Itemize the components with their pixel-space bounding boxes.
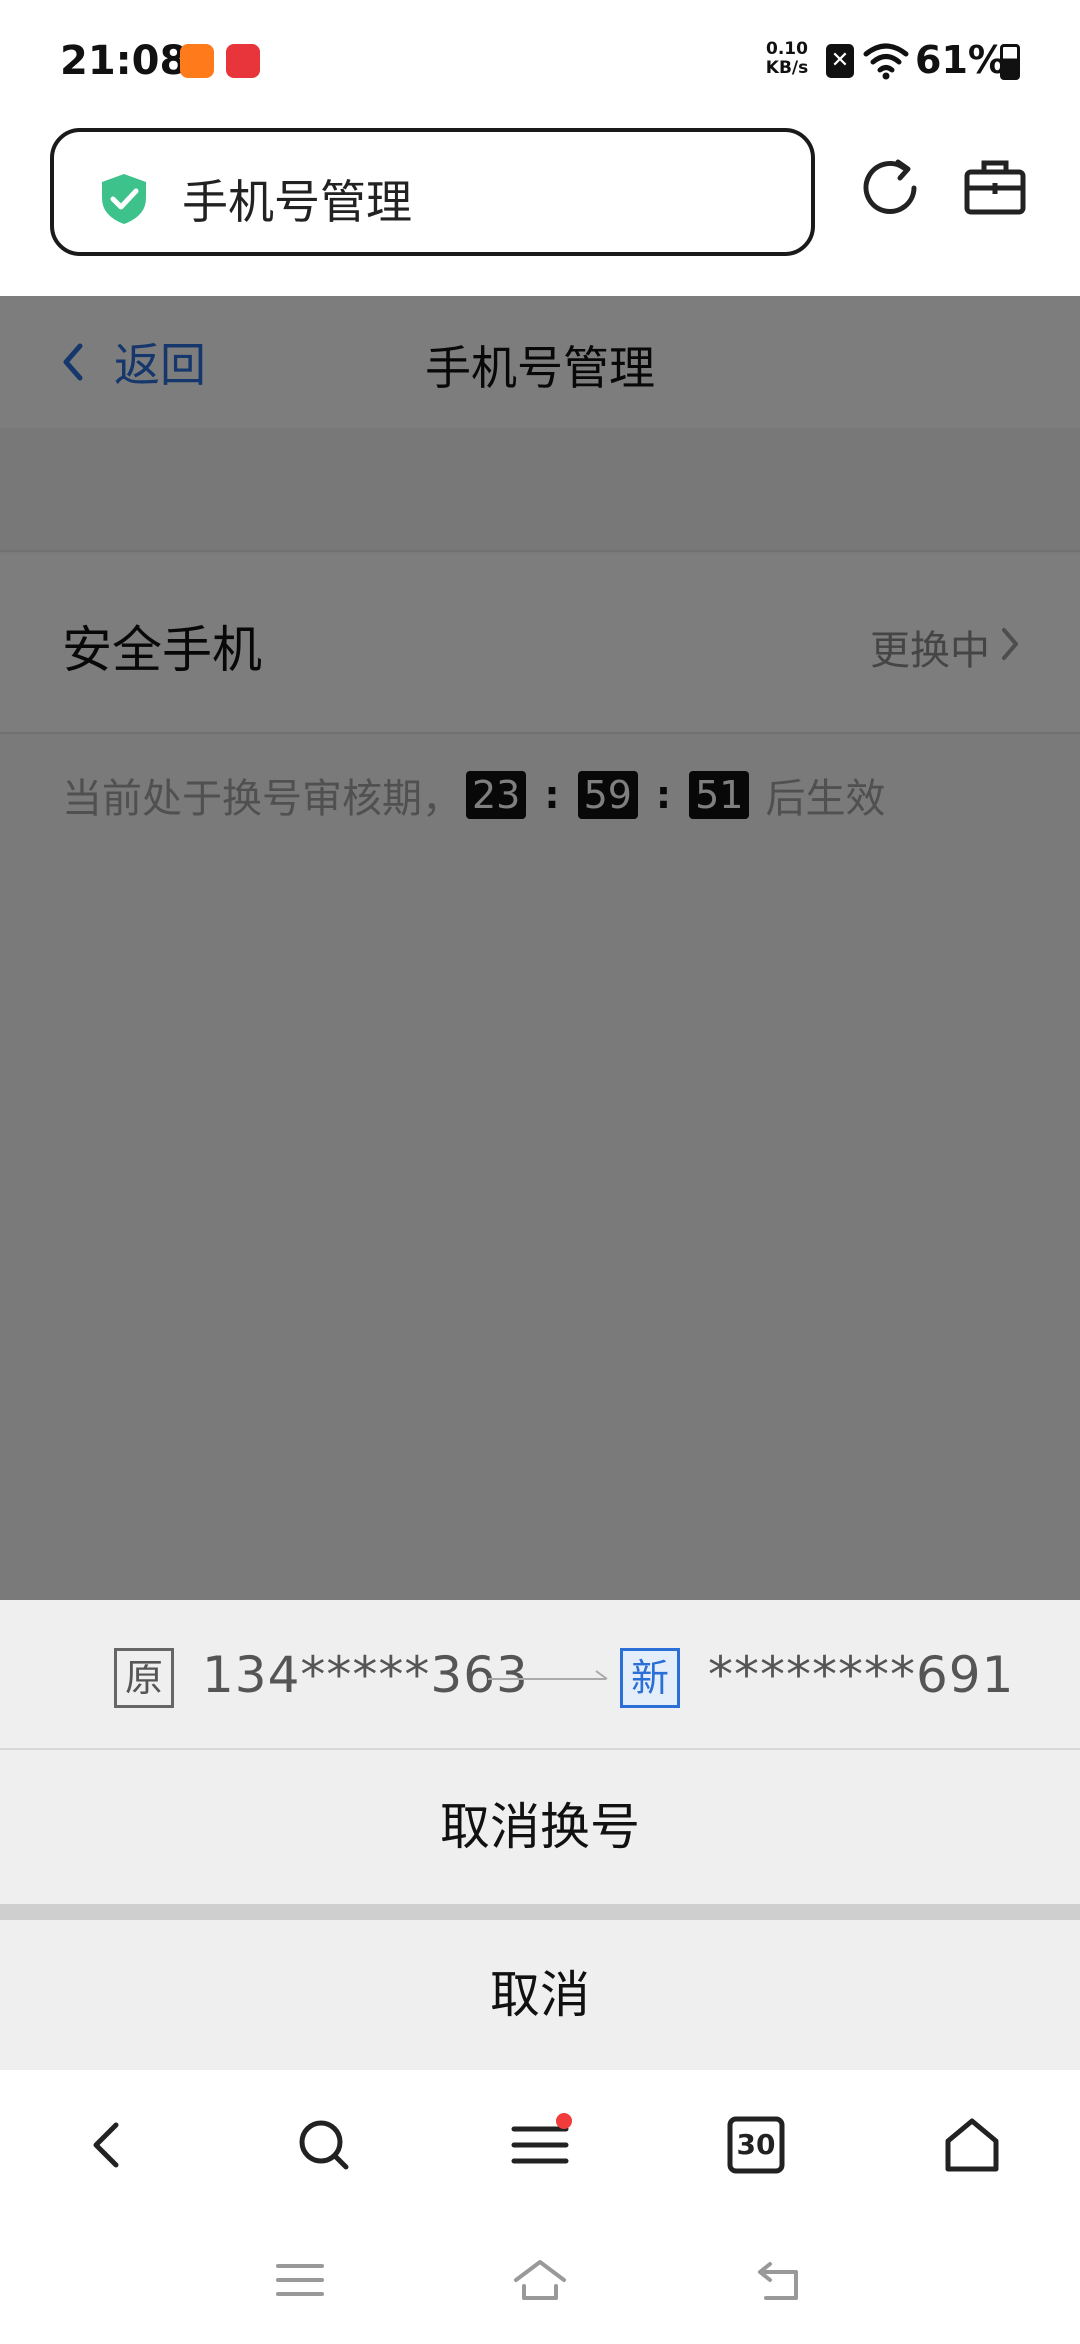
wifi-icon xyxy=(863,43,909,80)
new-number-tag: 新 xyxy=(620,1648,680,1708)
battery-percent: 61% xyxy=(915,38,1006,82)
tabs-icon[interactable]: 30 xyxy=(724,2113,788,2177)
network-speed-value: 0.10 xyxy=(766,39,808,59)
cancel-button[interactable]: 取消 xyxy=(0,1920,1080,2070)
toolbox-icon[interactable] xyxy=(962,156,1028,218)
system-back-icon[interactable] xyxy=(752,2252,808,2308)
browser-bottom-nav: 30 xyxy=(0,2070,1080,2220)
search-icon[interactable] xyxy=(292,2113,356,2177)
number-change-summary: 原 134*****363 新 ********691 xyxy=(0,1600,1080,1750)
security-shield-icon xyxy=(102,174,146,224)
new-number: ********691 xyxy=(708,1646,1015,1704)
status-bar: 21:08 0.10 KB/s ✕ 61% xyxy=(0,0,1080,120)
system-navigation-bar xyxy=(0,2220,1080,2344)
battery-icon xyxy=(1000,44,1020,80)
back-icon[interactable] xyxy=(76,2113,140,2177)
address-bar[interactable]: 手机号管理 xyxy=(50,128,815,256)
network-speed: 0.10 KB/s xyxy=(762,40,812,78)
status-time: 21:08 xyxy=(60,38,188,84)
sheet-divider xyxy=(0,1904,1080,1920)
refresh-icon[interactable] xyxy=(858,156,922,220)
menu-icon[interactable] xyxy=(508,2113,572,2177)
system-home-icon[interactable] xyxy=(512,2252,568,2308)
kuaishou-app-icon xyxy=(180,44,214,78)
network-speed-unit: KB/s xyxy=(765,58,809,78)
modal-backdrop[interactable] xyxy=(0,296,1080,1600)
browser-toolbar: 手机号管理 xyxy=(0,120,1080,296)
action-sheet: 原 134*****363 新 ********691 取消换号 取消 xyxy=(0,1600,1080,2070)
old-number: 134*****363 xyxy=(202,1646,529,1704)
home-icon[interactable] xyxy=(940,2113,1004,2177)
huawei-mall-app-icon xyxy=(226,44,260,78)
old-number-tag: 原 xyxy=(114,1648,174,1708)
recent-apps-icon[interactable] xyxy=(272,2252,328,2308)
sim-icon: ✕ xyxy=(826,44,854,78)
address-bar-title: 手机号管理 xyxy=(182,175,412,229)
cancel-change-button[interactable]: 取消换号 xyxy=(0,1752,1080,1902)
arrow-right-icon xyxy=(488,1670,608,1680)
tabs-count: 30 xyxy=(736,2128,776,2161)
